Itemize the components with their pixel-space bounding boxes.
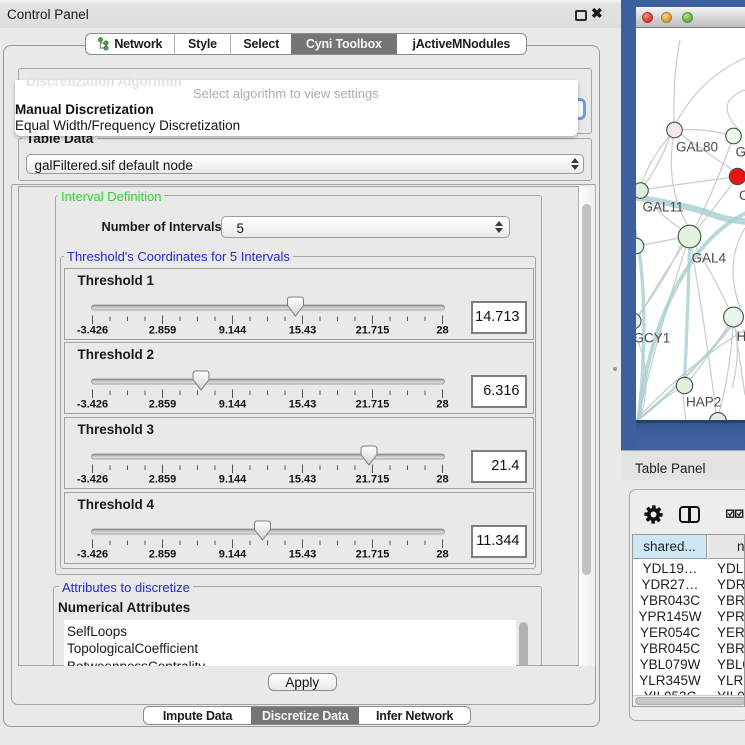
svg-text:9.144: 9.144 bbox=[218, 474, 246, 486]
svg-text:28: 28 bbox=[436, 549, 448, 561]
svg-text:15.43: 15.43 bbox=[288, 549, 316, 561]
svg-text:21.715: 21.715 bbox=[355, 474, 389, 486]
svg-text:15.43: 15.43 bbox=[288, 399, 316, 411]
svg-text:GAL4: GAL4 bbox=[692, 251, 727, 266]
svg-text:-3.426: -3.426 bbox=[76, 325, 107, 337]
svg-text:2.859: 2.859 bbox=[148, 549, 176, 561]
svg-text:GA: GA bbox=[736, 145, 745, 160]
svg-text:15.43: 15.43 bbox=[288, 474, 316, 486]
svg-text:-3.426: -3.426 bbox=[76, 474, 107, 486]
svg-text:21.715: 21.715 bbox=[355, 325, 389, 337]
svg-text:9.144: 9.144 bbox=[218, 325, 246, 337]
svg-text:-3.426: -3.426 bbox=[76, 549, 107, 561]
svg-text:2.859: 2.859 bbox=[148, 325, 176, 337]
svg-text:HAP2: HAP2 bbox=[686, 395, 721, 410]
svg-text:9.144: 9.144 bbox=[218, 399, 246, 411]
svg-text:15.43: 15.43 bbox=[288, 325, 316, 337]
svg-text:GAL80: GAL80 bbox=[676, 140, 718, 155]
svg-text:28: 28 bbox=[436, 325, 448, 337]
svg-text:C: C bbox=[739, 188, 745, 203]
svg-text:21.715: 21.715 bbox=[355, 399, 389, 411]
svg-text:H: H bbox=[737, 329, 745, 344]
svg-text:GCY1: GCY1 bbox=[636, 331, 670, 346]
svg-text:-3.426: -3.426 bbox=[76, 399, 107, 411]
svg-text:GAL11: GAL11 bbox=[643, 200, 684, 215]
svg-text:2.859: 2.859 bbox=[148, 474, 176, 486]
svg-text:28: 28 bbox=[436, 399, 448, 411]
svg-text:2.859: 2.859 bbox=[148, 399, 176, 411]
svg-text:21.715: 21.715 bbox=[355, 549, 389, 561]
svg-text:9.144: 9.144 bbox=[218, 549, 246, 561]
svg-text:28: 28 bbox=[436, 474, 448, 486]
